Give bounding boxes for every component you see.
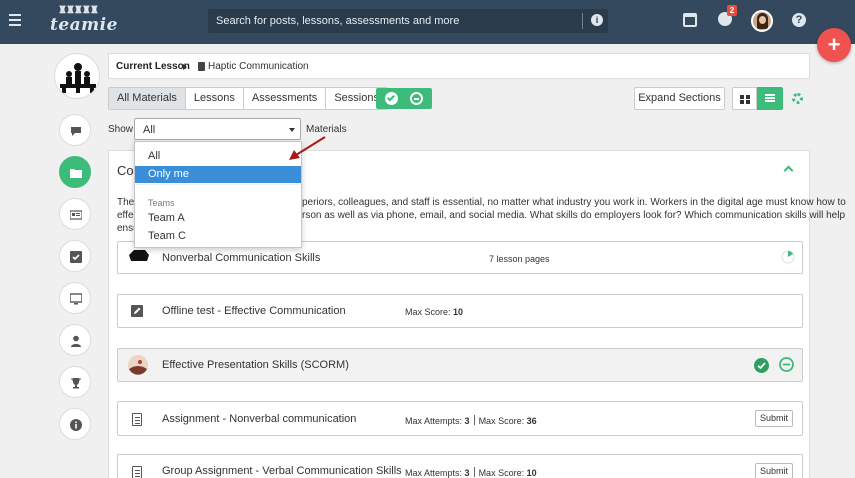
- dropdown-option-team-c[interactable]: Team C: [135, 228, 301, 245]
- scorm-thumbnail-icon: [128, 355, 148, 375]
- list-view-button[interactable]: [757, 87, 783, 110]
- collapse-chevron-icon[interactable]: [783, 165, 794, 176]
- progress-pie-icon: [781, 250, 795, 264]
- document-icon: [132, 413, 142, 426]
- description-line: periors, colleagues, and staff is essent…: [302, 197, 846, 208]
- newspaper-icon: [70, 210, 82, 220]
- description-line: rson as well as via phone, email, and so…: [302, 210, 846, 221]
- item-title[interactable]: Group Assignment - Verbal Communication …: [162, 465, 402, 477]
- assignment-meta: Max Attempts: 3 Max Score: 36: [405, 415, 537, 426]
- item-title[interactable]: Offline test - Effective Communication: [162, 305, 346, 317]
- help-icon[interactable]: ?: [792, 13, 806, 27]
- rail-members-button[interactable]: [59, 324, 91, 356]
- visibility-filter-value: All: [143, 124, 156, 136]
- edit-icon: [131, 305, 143, 317]
- publish-status-toggle: [376, 88, 432, 109]
- tab-assessments[interactable]: Assessments: [244, 88, 327, 109]
- current-lesson-bar: Current Lesson Haptic Communication: [108, 53, 810, 79]
- show-label: Show: [108, 124, 134, 135]
- rail-gradebook-button[interactable]: [59, 366, 91, 398]
- notification-badge: 2: [727, 5, 737, 16]
- search-input[interactable]: Search for posts, lessons, assessments a…: [216, 15, 459, 27]
- rail-assessments-button[interactable]: [59, 240, 91, 272]
- rail-materials-button[interactable]: [59, 156, 91, 188]
- classroom-avatar[interactable]: [54, 53, 100, 99]
- dropdown-option-only-me[interactable]: Only me: [135, 166, 301, 183]
- published-filter-icon[interactable]: [385, 92, 398, 105]
- tab-lessons[interactable]: Lessons: [186, 88, 244, 109]
- annotation-arrow-icon: [289, 136, 326, 160]
- unpublish-minus-icon[interactable]: [779, 357, 794, 372]
- dropdown-option-team-a[interactable]: Team A: [135, 210, 301, 227]
- lesson-thumbnail-icon: [129, 250, 149, 261]
- expand-sections-button[interactable]: Expand Sections: [634, 87, 725, 110]
- grid-view-button[interactable]: [732, 87, 757, 110]
- top-navigation-bar: ♜♜♜♜♜ teamie Search for posts, lessons, …: [0, 0, 855, 44]
- monitor-icon: [70, 293, 82, 305]
- lesson-pages-count: 7 lesson pages: [489, 254, 550, 264]
- search-bar[interactable]: Search for posts, lessons, assessments a…: [208, 9, 608, 33]
- user-avatar[interactable]: [751, 10, 773, 32]
- dropdown-option-all[interactable]: All: [135, 148, 301, 165]
- hamburger-menu-icon[interactable]: [9, 14, 21, 26]
- calendar-icon[interactable]: [683, 13, 697, 27]
- assignment-meta: Max Attempts: 3 Max Score: 10: [405, 467, 537, 478]
- tab-all-materials[interactable]: All Materials: [109, 88, 186, 109]
- rail-bulletin-button[interactable]: [59, 198, 91, 230]
- dropdown-divider: [135, 184, 301, 185]
- checkbox-icon: [70, 251, 82, 263]
- rail-newsfeed-button[interactable]: [59, 114, 91, 146]
- info-icon: [70, 419, 82, 431]
- caret-right-icon[interactable]: [183, 64, 187, 70]
- user-icon: [71, 335, 81, 347]
- submit-button[interactable]: Submit: [755, 410, 793, 427]
- dropdown-group-teams: Teams: [148, 198, 175, 208]
- current-lesson-label[interactable]: Current Lesson: [116, 61, 190, 72]
- item-title[interactable]: Assignment - Nonverbal communication: [162, 413, 356, 425]
- folder-icon: [70, 169, 82, 178]
- unpublished-filter-icon[interactable]: [410, 92, 423, 105]
- published-check-icon[interactable]: [754, 358, 769, 373]
- visibility-filter-dropdown: All Only me Teams Team A Team C: [134, 141, 302, 248]
- document-icon: [132, 466, 142, 478]
- create-post-button[interactable]: +: [817, 28, 851, 62]
- submit-button[interactable]: Submit: [755, 463, 793, 478]
- search-info-icon[interactable]: i: [591, 14, 603, 26]
- rail-sessions-button[interactable]: [59, 282, 91, 314]
- search-divider: [582, 13, 583, 29]
- item-title[interactable]: Effective Presentation Skills (SCORM): [162, 359, 349, 371]
- comment-icon: [71, 127, 81, 136]
- item-title[interactable]: Nonverbal Communication Skills: [162, 252, 320, 264]
- book-icon: [198, 62, 205, 71]
- visibility-filter-select[interactable]: All: [134, 118, 301, 140]
- chevron-down-icon: [289, 128, 295, 132]
- gear-icon[interactable]: [792, 93, 803, 104]
- list-item[interactable]: Group Assignment - Verbal Communication …: [117, 454, 803, 478]
- list-item[interactable]: Offline test - Effective Communication M…: [117, 294, 803, 328]
- list-item[interactable]: Assignment - Nonverbal communication Max…: [117, 401, 803, 436]
- trophy-icon: [71, 378, 81, 389]
- material-type-tabs: All Materials Lessons Assessments Sessio…: [108, 87, 388, 110]
- rail-info-button[interactable]: [59, 408, 91, 440]
- max-score: Max Score: 10: [405, 307, 464, 317]
- current-lesson-name[interactable]: Haptic Communication: [208, 61, 309, 72]
- list-item[interactable]: Effective Presentation Skills (SCORM): [117, 348, 803, 382]
- brand-logo[interactable]: ♜♜♜♜♜ teamie: [50, 5, 117, 35]
